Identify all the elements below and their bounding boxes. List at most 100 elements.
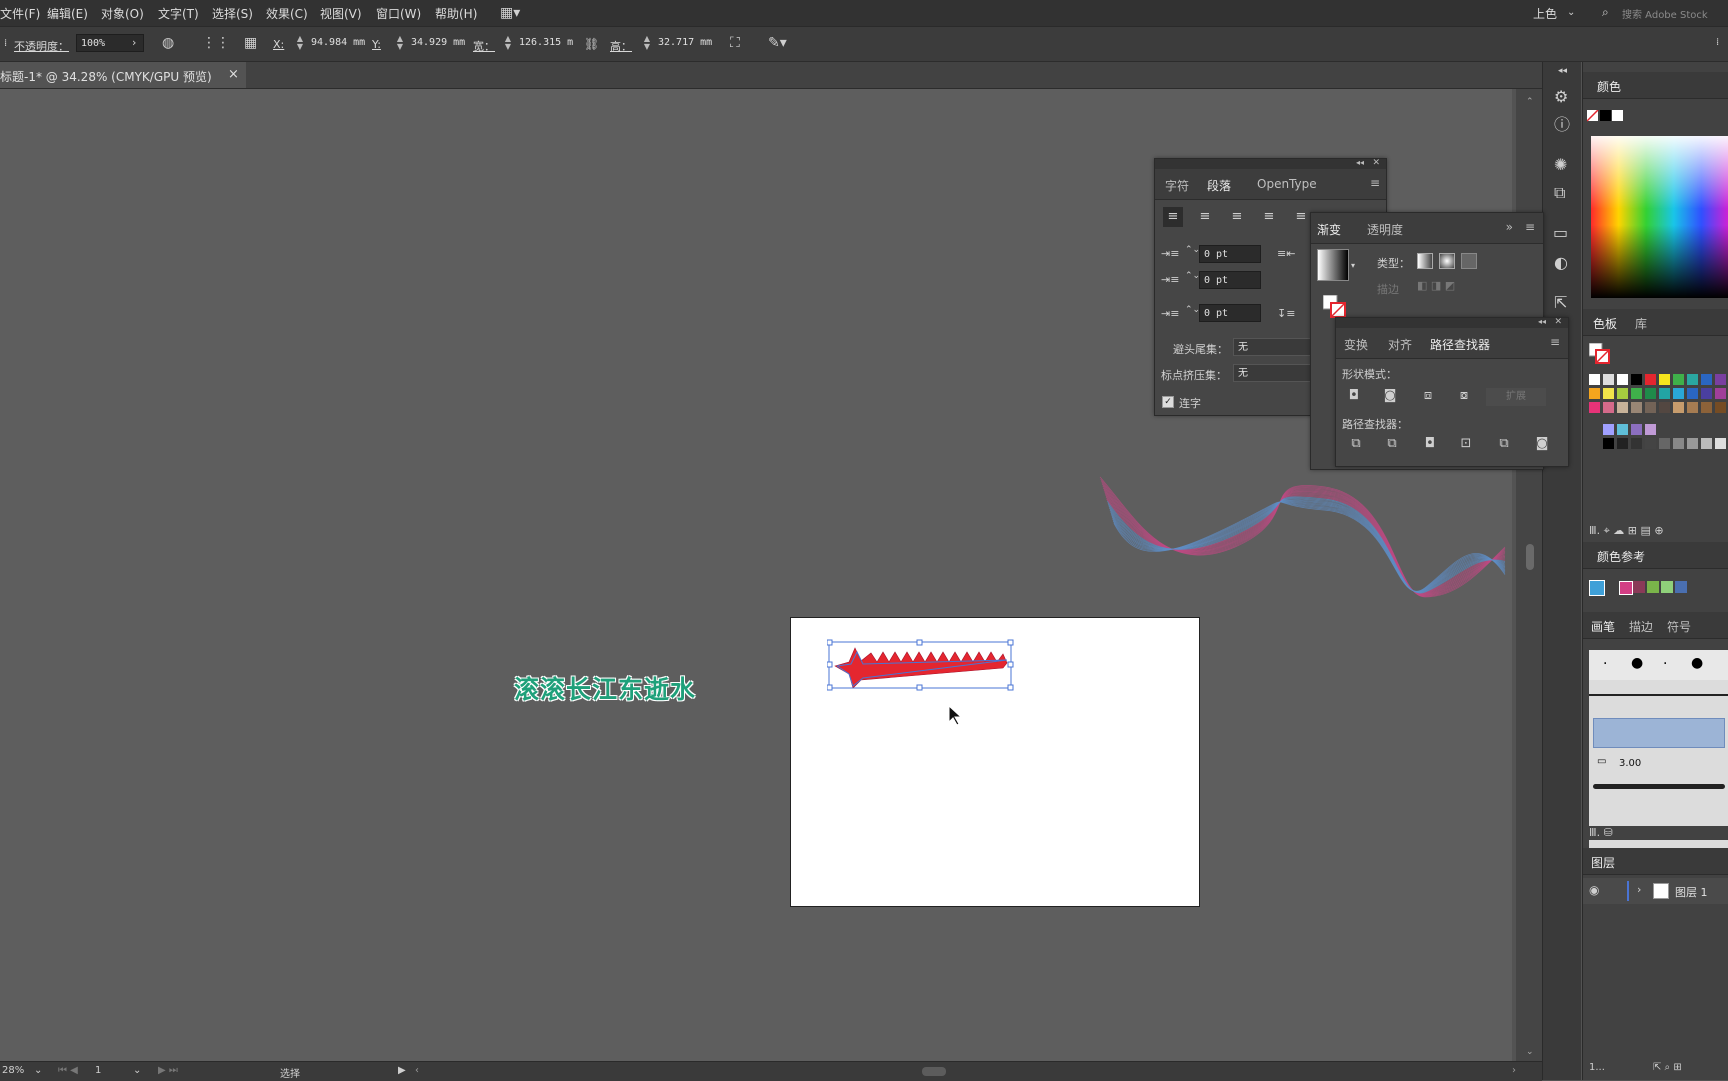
x-stepper[interactable]: ▲ ▼	[295, 35, 305, 51]
swatch[interactable]	[1617, 374, 1628, 385]
swatch[interactable]	[1659, 388, 1670, 399]
chevron-right-icon[interactable]: ›	[132, 36, 136, 50]
recolor-icon[interactable]: ◍	[162, 36, 174, 50]
artboard-number[interactable]: 1	[95, 1065, 101, 1076]
workspace-name[interactable]: 上色	[1533, 5, 1557, 22]
height-input[interactable]: 32.717 mm	[654, 34, 714, 52]
swatch[interactable]	[1673, 374, 1684, 385]
zoom-dropdown-icon[interactable]: ⌄	[34, 1065, 42, 1076]
swatch[interactable]	[1673, 402, 1684, 413]
swatch[interactable]	[1687, 402, 1698, 413]
mojikumi-select[interactable]: 无	[1233, 364, 1313, 382]
swatch[interactable]	[1715, 388, 1726, 399]
brush-library-icon[interactable]: Ⅲ. ⛁	[1589, 826, 1728, 840]
collapse-icon[interactable]: ◂◂	[1558, 64, 1567, 78]
color-spectrum[interactable]	[1591, 136, 1728, 298]
left-indent-stepper[interactable]: ⌃⌄	[1185, 245, 1200, 255]
tab-opentype[interactable]: OpenType	[1257, 177, 1317, 191]
layer-name[interactable]: 图层 1	[1675, 884, 1708, 900]
menu-window[interactable]: 窗口(W)	[376, 5, 421, 22]
scroll-down-icon[interactable]: ⌄	[1526, 1047, 1534, 1057]
panel-grip[interactable]: ◂◂ ✕	[1155, 158, 1386, 169]
swatch[interactable]	[1617, 438, 1628, 449]
align-center-icon[interactable]: ≡	[1195, 207, 1215, 227]
x-input[interactable]: 94.984 mm	[307, 34, 367, 52]
swatch[interactable]	[1701, 388, 1712, 399]
crop-icon[interactable]: ⊡	[1456, 434, 1476, 454]
chevron-down-icon[interactable]: ⌄	[1567, 6, 1575, 20]
canvas-text-object[interactable]: 滚滚长江东逝水	[514, 670, 696, 706]
gradient-preview[interactable]	[1317, 249, 1349, 281]
swatch[interactable]	[1617, 424, 1628, 435]
transform-icon[interactable]: ⛶	[730, 36, 740, 50]
kinsoku-select[interactable]: 无	[1233, 338, 1313, 356]
width-stepper[interactable]: ▲ ▼	[503, 35, 513, 51]
menu-edit[interactable]: 编辑(E)	[47, 5, 88, 22]
swatch[interactable]	[1631, 402, 1642, 413]
justify-icon[interactable]: ≡	[1259, 207, 1279, 227]
export-icon[interactable]: ⇱	[1554, 295, 1567, 311]
swatch[interactable]	[1631, 388, 1642, 399]
tab-color-guide[interactable]: 颜色参考	[1597, 548, 1645, 565]
swatch[interactable]	[1645, 374, 1656, 385]
trim-icon[interactable]: ⧉	[1382, 434, 1402, 454]
menu-help[interactable]: 帮助(H)	[435, 5, 477, 22]
swatch[interactable]	[1701, 438, 1712, 449]
tab-transform[interactable]: 变换	[1344, 336, 1368, 353]
first-artboard-icon[interactable]: ⏮ ◀	[58, 1065, 78, 1076]
close-icon[interactable]: ×	[228, 67, 239, 82]
hyphenate-checkbox[interactable]: ✓	[1162, 396, 1174, 408]
swatch[interactable]	[1645, 438, 1656, 449]
intersect-icon[interactable]: ⧈	[1418, 386, 1438, 406]
minus-back-icon[interactable]: ◙	[1532, 434, 1552, 454]
brush-charcoal[interactable]	[1593, 784, 1725, 789]
chevron-right-icon[interactable]: ›	[1637, 883, 1641, 896]
swatch[interactable]	[1701, 374, 1712, 385]
color-panel-tab[interactable]: 颜色	[1597, 78, 1621, 95]
tab-layers[interactable]: 图层	[1591, 854, 1615, 871]
tab-stroke[interactable]: 描边	[1629, 618, 1653, 635]
status-menu-icon[interactable]: ▶	[398, 1065, 406, 1076]
fill-stroke-swatches-icon[interactable]	[1587, 110, 1623, 122]
menu-effect[interactable]: 效果(C)	[266, 5, 308, 22]
appearance-icon[interactable]: ✺	[1554, 157, 1567, 173]
height-stepper[interactable]: ▲ ▼	[642, 35, 652, 51]
eye-icon[interactable]: ◉	[1589, 883, 1599, 897]
fill-stroke-indicator-icon[interactable]	[1589, 343, 1611, 365]
tab-align[interactable]: 对齐	[1388, 336, 1412, 353]
artboard-dropdown-icon[interactable]: ⌄	[133, 1065, 141, 1076]
linear-gradient-icon[interactable]	[1417, 253, 1433, 269]
constrain-proportions-icon[interactable]: ⛓	[584, 37, 599, 51]
swatch[interactable]	[1715, 438, 1726, 449]
tab-pathfinder[interactable]: 路径查找器	[1430, 336, 1490, 353]
radial-gradient-icon[interactable]	[1439, 253, 1455, 269]
outline-icon[interactable]: ⧉	[1494, 434, 1514, 454]
left-indent-input[interactable]: 0 pt	[1199, 245, 1261, 263]
reference-point-icon[interactable]: ▦	[244, 36, 257, 50]
swatch-grid[interactable]	[1589, 374, 1728, 484]
tab-paragraph[interactable]: 段落	[1207, 177, 1231, 194]
swatch[interactable]	[1715, 402, 1726, 413]
scroll-right-icon[interactable]: ›	[1512, 1065, 1516, 1076]
scrollbar-thumb[interactable]	[1526, 544, 1534, 570]
swatch[interactable]	[1589, 374, 1600, 385]
brush-list[interactable]: · ● · ● ▭ 3.00	[1589, 650, 1728, 874]
swatch[interactable]	[1701, 402, 1712, 413]
menu-view[interactable]: 视图(V)	[320, 5, 362, 22]
panel-menu-icon[interactable]: ≡	[1370, 176, 1380, 190]
swatch[interactable]	[1631, 424, 1642, 435]
swatch[interactable]	[1631, 438, 1642, 449]
tab-symbols[interactable]: 符号	[1667, 618, 1691, 635]
swatch[interactable]	[1645, 424, 1656, 435]
swatch[interactable]	[1659, 374, 1670, 385]
swatch[interactable]	[1645, 388, 1656, 399]
swatch[interactable]	[1603, 402, 1614, 413]
space-after-icon[interactable]: ↧≡	[1277, 307, 1295, 320]
space-before-stepper[interactable]: ⌃⌄	[1185, 305, 1200, 315]
align-right-icon[interactable]: ≡	[1227, 207, 1247, 227]
panel-menu-icon[interactable]: ⁞	[1716, 36, 1719, 50]
menu-select[interactable]: 选择(S)	[212, 5, 253, 22]
collapse-icon[interactable]: ◂◂	[1356, 158, 1364, 167]
layer-row[interactable]: ◉ › 图层 1	[1583, 878, 1728, 904]
stock-search-input[interactable]: 搜索 Adobe Stock	[1622, 6, 1708, 21]
